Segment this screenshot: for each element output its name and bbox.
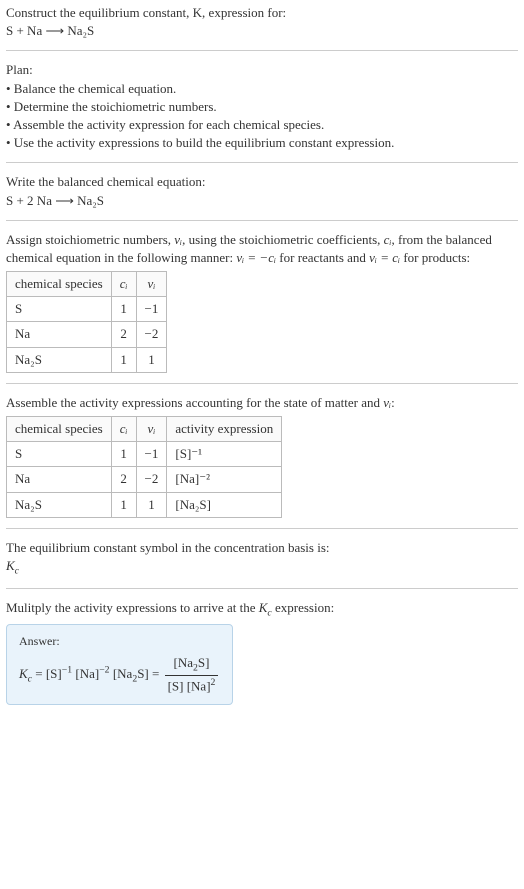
col-ci: cᵢ: [111, 272, 136, 297]
cell-nui: −1: [136, 442, 167, 467]
construct-text: Construct the equilibrium constant, K, e…: [6, 5, 286, 20]
answer-box: Answer: Kc = [S]−1 [Na]−2 [Na2S] = [Na2S…: [6, 624, 233, 705]
cell-species: Na: [7, 467, 112, 492]
c-i: cᵢ: [384, 232, 392, 247]
activity-table: chemical species cᵢ νᵢ activity expressi…: [6, 416, 282, 518]
assign-a: Assign stoichiometric numbers,: [6, 232, 174, 247]
cell-species: Na₂S: [7, 492, 112, 517]
multiply-paragraph: Mulitply the activity expressions to arr…: [6, 599, 518, 620]
kc-inline: Kc: [259, 600, 272, 615]
divider: [6, 383, 518, 384]
cell-species: Na: [7, 322, 112, 347]
answer-kc: Kc: [19, 666, 32, 681]
col-nui: νᵢ: [136, 272, 167, 297]
eq-text: S + Na ⟶ Na₂S: [6, 23, 94, 38]
cell-nui: 1: [136, 492, 167, 517]
unbalanced-equation: S + Na ⟶ Na₂S: [6, 22, 518, 40]
cell-nui: 1: [136, 347, 167, 372]
eq-balanced-text: S + 2 Na ⟶ Na₂S: [6, 193, 104, 208]
answer-na: [Na]: [75, 666, 99, 681]
answer-den: [S] [Na]2: [165, 676, 219, 696]
cell-nui: −1: [136, 297, 167, 322]
assign-paragraph: Assign stoichiometric numbers, νᵢ, using…: [6, 231, 518, 267]
plan-item-2: • Determine the stoichiometric numbers.: [6, 98, 518, 116]
rel-prod: νᵢ = cᵢ: [369, 250, 400, 265]
stoich-table: chemical species cᵢ νᵢ S 1 −1 Na 2 −2 Na…: [6, 271, 167, 373]
cell-ci: 1: [111, 492, 136, 517]
table-row: Na 2 −2 [Na]⁻²: [7, 467, 282, 492]
assign-e: for products:: [400, 250, 470, 265]
divider: [6, 162, 518, 163]
table-header-row: chemical species cᵢ νᵢ activity expressi…: [7, 417, 282, 442]
cell-ci: 2: [111, 467, 136, 492]
divider: [6, 588, 518, 589]
divider: [6, 220, 518, 221]
answer-num: [Na2S]: [165, 654, 219, 676]
construct-heading: Construct the equilibrium constant, K, e…: [6, 4, 518, 22]
table-row: Na 2 −2: [7, 322, 167, 347]
cell-species: Na₂S: [7, 347, 112, 372]
assemble-b: :: [391, 395, 395, 410]
col-activity: activity expression: [167, 417, 282, 442]
table-header-row: chemical species cᵢ νᵢ: [7, 272, 167, 297]
table-row: S 1 −1 [S]⁻¹: [7, 442, 282, 467]
plan-item-1: • Balance the chemical equation.: [6, 80, 518, 98]
nu-i: νᵢ: [174, 232, 182, 247]
plan-item-4: • Use the activity expressions to build …: [6, 134, 518, 152]
answer-label: Answer:: [19, 633, 220, 650]
assign-d: for reactants and: [276, 250, 369, 265]
cell-ci: 1: [111, 347, 136, 372]
cell-activity: [Na₂S]: [167, 492, 282, 517]
assign-b: , using the stoichiometric coefficients,: [182, 232, 384, 247]
write-balanced-heading: Write the balanced chemical equation:: [6, 173, 518, 191]
kc-value: Kc: [6, 558, 19, 573]
cell-activity: [Na]⁻²: [167, 467, 282, 492]
answer-exp2: −2: [99, 665, 109, 676]
cell-nui: −2: [136, 322, 167, 347]
answer-fraction: [Na2S] [S] [Na]2: [165, 654, 219, 696]
assemble-a: Assemble the activity expressions accoun…: [6, 395, 383, 410]
plan-header: Plan:: [6, 61, 518, 79]
cell-ci: 2: [111, 322, 136, 347]
table-row: S 1 −1: [7, 297, 167, 322]
col-species: chemical species: [7, 417, 112, 442]
cell-activity: [S]⁻¹: [167, 442, 282, 467]
answer-na2s: [Na2S] =: [113, 666, 163, 681]
rel-react: νᵢ = −cᵢ: [236, 250, 276, 265]
col-nui: νᵢ: [136, 417, 167, 442]
col-ci: cᵢ: [111, 417, 136, 442]
table-row: Na₂S 1 1: [7, 347, 167, 372]
cell-species: S: [7, 297, 112, 322]
balanced-equation: S + 2 Na ⟶ Na₂S: [6, 192, 518, 210]
cell-species: S: [7, 442, 112, 467]
answer-eq1: = [S]: [35, 666, 61, 681]
answer-exp1: −1: [62, 665, 72, 676]
nu-i-2: νᵢ: [383, 395, 391, 410]
assemble-paragraph: Assemble the activity expressions accoun…: [6, 394, 518, 412]
answer-expression: Kc = [S]−1 [Na]−2 [Na2S] = [Na2S] [S] [N…: [19, 654, 220, 696]
plan-item-3: • Assemble the activity expression for e…: [6, 116, 518, 134]
divider: [6, 50, 518, 51]
cell-ci: 1: [111, 297, 136, 322]
divider: [6, 528, 518, 529]
cell-nui: −2: [136, 467, 167, 492]
col-species: chemical species: [7, 272, 112, 297]
cell-ci: 1: [111, 442, 136, 467]
kc-symbol: Kc: [6, 557, 518, 578]
mult-a: Mulitply the activity expressions to arr…: [6, 600, 259, 615]
kc-symbol-text: The equilibrium constant symbol in the c…: [6, 539, 518, 557]
mult-b: expression:: [272, 600, 334, 615]
table-row: Na₂S 1 1 [Na₂S]: [7, 492, 282, 517]
